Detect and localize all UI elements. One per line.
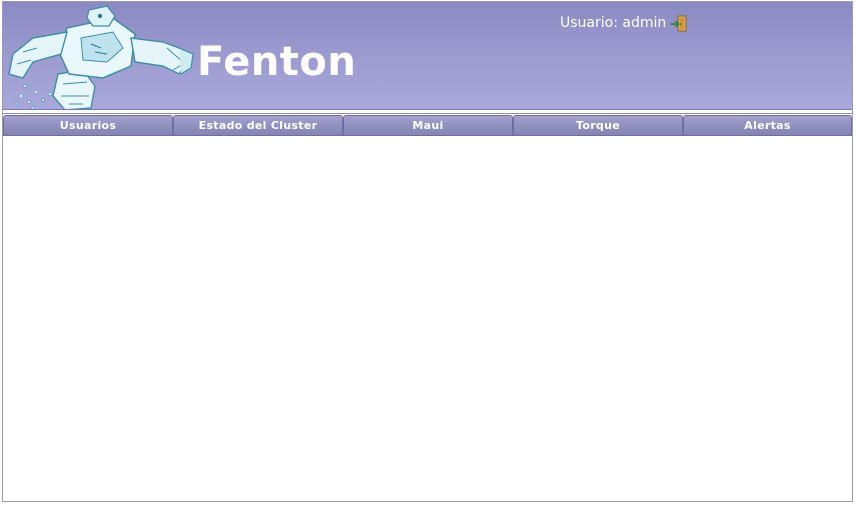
nav-tab-maui[interactable]: Maui (343, 115, 513, 136)
nav-tab-usuarios[interactable]: Usuarios (3, 115, 173, 136)
user-area: Usuario: admin (560, 13, 687, 33)
nav-tab-estado-del-cluster[interactable]: Estado del Cluster (173, 115, 343, 136)
main-content (3, 137, 852, 501)
nav-tab-alertas[interactable]: Alertas (683, 115, 852, 136)
main-nav: Usuarios Estado del Cluster Maui Torque … (3, 115, 852, 136)
nav-tab-torque[interactable]: Torque (513, 115, 683, 136)
header-banner: Fenton Usuario: admin (3, 2, 852, 110)
user-label: Usuario: admin (560, 15, 667, 31)
app-frame: Fenton Usuario: admin Usuarios Estado de… (2, 1, 853, 502)
mascot-logo (8, 5, 194, 109)
logout-door-icon[interactable] (670, 15, 687, 32)
app-title: Fenton (197, 39, 357, 85)
header-divider (3, 110, 852, 114)
